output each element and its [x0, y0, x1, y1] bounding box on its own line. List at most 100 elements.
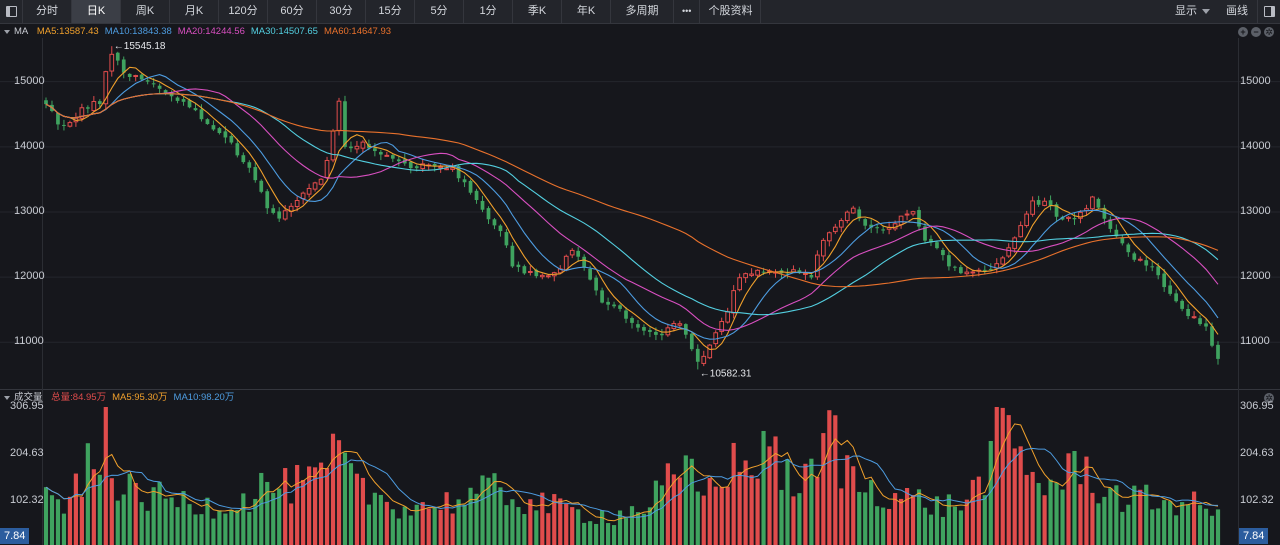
candle-body	[318, 178, 324, 185]
volume-bar-93	[600, 510, 605, 545]
volume-bar-28	[211, 518, 216, 545]
volume-bar-21	[169, 497, 174, 545]
volume-bar-51	[348, 463, 354, 545]
candle-body	[761, 271, 766, 273]
candle-165	[1030, 196, 1035, 217]
candle-body	[935, 242, 939, 249]
candle-8	[91, 96, 97, 113]
candle-body	[701, 355, 707, 364]
volume-bar-172	[1072, 450, 1077, 545]
candle-body	[982, 269, 987, 271]
volume-bar-71	[468, 487, 473, 545]
price-tick-left-4: 11000	[14, 335, 44, 348]
volume-bar-56	[378, 494, 383, 545]
volume-bar-139	[875, 506, 880, 545]
volume-bar-117	[743, 460, 748, 545]
candle-180	[1120, 234, 1125, 246]
candle-150	[941, 247, 945, 261]
volume-bar-121	[767, 446, 772, 545]
candle-body	[600, 290, 604, 303]
candle-body	[282, 210, 288, 220]
volume-bar-91	[588, 521, 593, 545]
volume-bar-4	[67, 496, 73, 545]
candle-body	[844, 211, 850, 221]
candle-body	[145, 80, 150, 82]
candle-body	[241, 155, 246, 163]
volume-bar-150	[940, 516, 946, 545]
line-ma10	[45, 74, 1219, 340]
candle-78	[510, 242, 515, 268]
volume-bar-75	[492, 473, 497, 545]
candle-body	[1042, 200, 1047, 206]
kline-chart[interactable]: ←15545.18 ←10582.31	[0, 0, 1280, 545]
candle-154	[964, 267, 970, 276]
candle-137	[863, 218, 868, 230]
candle-body	[820, 239, 826, 257]
candle-77	[504, 228, 509, 248]
volume-bar-89	[576, 509, 581, 545]
candle-31	[229, 134, 234, 145]
volume-bar-53	[360, 477, 366, 545]
candle-175	[1090, 195, 1095, 212]
volume-bar-113	[719, 486, 724, 545]
candle-body	[271, 208, 276, 213]
volume-bar-58	[390, 509, 395, 545]
candle-body	[468, 180, 473, 193]
volume-bar-84	[546, 513, 551, 545]
volume-bar-187	[1162, 500, 1167, 545]
candle-body	[56, 112, 60, 125]
volume-bar-79	[516, 507, 521, 545]
candle-body	[1180, 300, 1184, 309]
candle-body	[527, 270, 533, 273]
volume-bar-169	[1054, 482, 1059, 545]
candle-35	[253, 162, 258, 183]
candle-body	[486, 208, 491, 220]
candle-192	[1191, 311, 1197, 319]
volume-bar-102	[653, 480, 659, 545]
volume-bar-19	[157, 481, 162, 545]
volume-bar-108	[689, 458, 694, 545]
candle-98	[630, 316, 634, 329]
price-tick-left-0: 15000	[14, 74, 45, 87]
candle-84	[545, 274, 551, 279]
candle-body	[205, 119, 210, 125]
volume-bar-151	[946, 494, 952, 545]
candle-116	[737, 273, 742, 292]
volume-bar-60	[402, 506, 407, 545]
candle-70	[462, 175, 467, 188]
extreme-label-0: ←15545.18	[114, 41, 166, 52]
volume-bar-17	[145, 510, 150, 545]
candle-body	[522, 266, 527, 274]
candle-body	[630, 318, 634, 323]
price-gridlines	[0, 81, 1280, 343]
candle-body	[336, 100, 342, 132]
volume-bar-110	[701, 495, 706, 545]
candle-19	[157, 83, 162, 95]
candle-body	[695, 348, 700, 362]
volume-bar-36	[259, 472, 264, 545]
volume-bar-65	[432, 507, 437, 545]
candle-50	[343, 95, 347, 149]
volume-bar-80	[522, 514, 527, 545]
volume-bar-103	[659, 485, 664, 545]
volume-bar-50	[342, 452, 348, 545]
price-tick-right-0: 15000	[1240, 74, 1271, 87]
candle-body	[139, 74, 144, 80]
volume-bar-106	[677, 477, 682, 545]
candle-body	[127, 73, 132, 77]
volume-bar-152	[952, 506, 957, 545]
candle-body	[677, 323, 683, 326]
candle-104	[665, 323, 671, 337]
candle-164	[1024, 210, 1030, 228]
candle-39	[277, 207, 282, 223]
volume-bar-24	[187, 504, 192, 545]
candle-75	[492, 217, 497, 230]
volume-bar-195	[1209, 515, 1215, 545]
candle-body	[648, 330, 652, 332]
candle-body	[582, 256, 587, 268]
volume-bar-193	[1197, 505, 1203, 545]
candle-101	[648, 327, 652, 338]
volume-bar-137	[863, 492, 868, 545]
candle-body	[875, 227, 880, 229]
candle-188	[1168, 280, 1173, 296]
